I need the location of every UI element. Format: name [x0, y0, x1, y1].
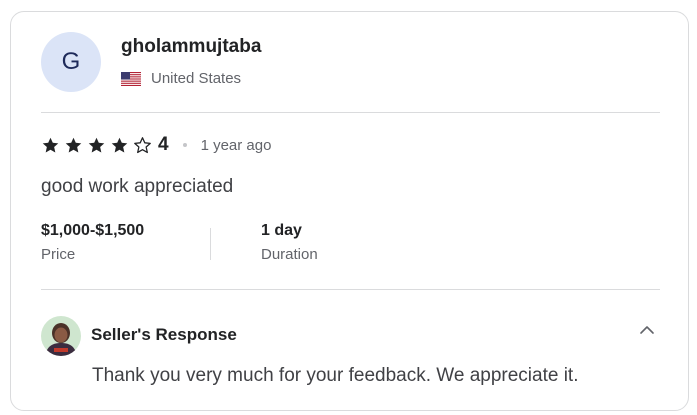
star-filled-icon [88, 137, 105, 152]
price-block: $1,000-$1,500 Price [41, 222, 144, 263]
star-filled-icon [111, 137, 128, 152]
seller-response-title: Seller's Response [91, 325, 237, 344]
seller-response-text: Thank you very much for your feedback. W… [92, 365, 579, 386]
seller-photo [41, 316, 81, 356]
reviewer-country-row: United States [121, 70, 241, 87]
avatar-letter: G [61, 48, 81, 75]
price-label: Price [41, 246, 76, 263]
reviewer-country: United States [151, 70, 242, 87]
review-text: good work appreciated [41, 176, 234, 197]
response-divider [41, 289, 660, 290]
reviewer-username[interactable]: gholammujtaba [121, 36, 261, 58]
star-rating [41, 136, 156, 155]
duration-value: 1 day [261, 222, 302, 239]
rating-score: 4 [158, 134, 169, 155]
price-value: $1,000-$1,500 [41, 222, 145, 239]
separator-dot [182, 143, 187, 147]
seller-avatar [41, 316, 81, 356]
reviewer-avatar[interactable]: G [41, 32, 101, 92]
rating-row: 4 1 year ago [41, 134, 271, 156]
review-card: G gholammujtaba United States 4 1 year a… [10, 11, 689, 411]
review-time: 1 year ago [200, 136, 272, 154]
star-filled-icon [65, 137, 82, 152]
us-flag-icon [121, 71, 141, 86]
collapse-response-button[interactable] [637, 320, 657, 340]
star-filled-icon [42, 137, 59, 152]
header-divider [41, 112, 660, 113]
chevron-up-icon [640, 326, 654, 334]
star-empty-icon [134, 136, 151, 153]
duration-block: 1 day Duration [261, 222, 318, 263]
meta-separator [210, 228, 211, 260]
duration-label: Duration [261, 246, 318, 263]
